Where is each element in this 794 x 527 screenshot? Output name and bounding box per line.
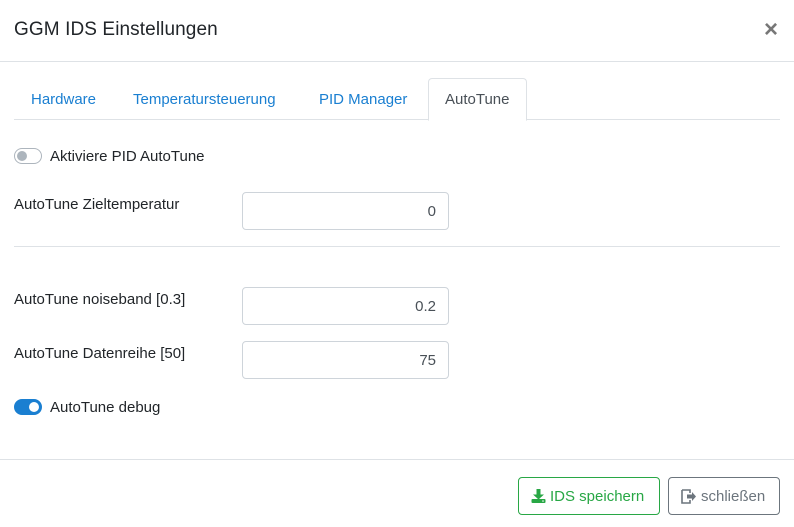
save-button[interactable]: IDS speichern: [518, 477, 660, 515]
tab-hardware[interactable]: Hardware: [14, 78, 113, 120]
download-icon: [531, 489, 546, 503]
datarow-input[interactable]: [242, 341, 449, 379]
save-button-label: IDS speichern: [550, 487, 645, 505]
tab-bar: Hardware Temperatursteuerung PID Manager…: [14, 78, 780, 121]
close-button-label: schließen: [701, 487, 766, 505]
tab-temperatursteuerung[interactable]: Temperatursteuerung: [116, 78, 293, 120]
modal-footer: IDS speichern schließen: [0, 459, 794, 527]
autotune-enable-row: Aktiviere PID AutoTune: [14, 146, 205, 166]
tab-pid-manager[interactable]: PID Manager: [302, 78, 424, 120]
toggle-knob: [17, 151, 27, 161]
close-button[interactable]: schließen: [668, 477, 780, 515]
section-divider: [14, 246, 780, 247]
autotune-enable-toggle[interactable]: [14, 148, 42, 164]
target-temp-input[interactable]: [242, 192, 449, 230]
datarow-label: AutoTune Datenreihe [50]: [14, 345, 186, 362]
tab-autotune[interactable]: AutoTune: [428, 78, 527, 121]
noiseband-input[interactable]: [242, 287, 449, 325]
autotune-debug-label: AutoTune debug: [50, 398, 161, 416]
sign-out-icon: [681, 488, 696, 504]
target-temp-label: AutoTune Zieltemperatur: [14, 196, 180, 213]
noiseband-label: AutoTune noiseband [0.3]: [14, 291, 186, 308]
autotune-debug-row: AutoTune debug: [14, 397, 160, 417]
close-icon[interactable]: ×: [761, 16, 781, 44]
autotune-enable-label: Aktiviere PID AutoTune: [50, 147, 205, 165]
autotune-debug-toggle[interactable]: [14, 399, 42, 415]
modal-title: GGM IDS Einstellungen: [14, 19, 218, 40]
toggle-knob: [29, 402, 39, 412]
modal-header: GGM IDS Einstellungen ×: [0, 0, 794, 62]
